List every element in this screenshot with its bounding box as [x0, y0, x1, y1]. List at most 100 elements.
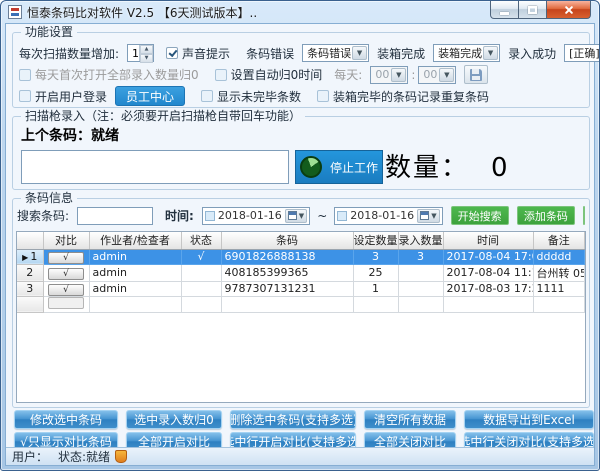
date-from-picker[interactable]: 2018-01-16 ▼: [202, 207, 310, 225]
scanner-group: 扫描枪录入（注：必须要开启扫描枪自带回车功能） 上个条码：就绪 停止工作 数量：…: [12, 116, 590, 190]
col-header-compare[interactable]: 对比: [43, 232, 89, 249]
stepper-down-icon[interactable]: ▼: [140, 54, 153, 63]
scanner-group-title: 扫描枪录入（注：必须要开启扫描枪自带回车功能）: [21, 109, 305, 123]
close-icon: [563, 4, 575, 16]
minimize-icon: [500, 12, 509, 15]
calendar-icon: [288, 211, 297, 220]
dropdown-arrow-icon: ▼: [431, 212, 436, 220]
col-header-operator[interactable]: 作业者/检查者: [89, 232, 181, 249]
remark-cell: 1111: [533, 281, 585, 296]
date-from-value: 2018-01-16: [218, 209, 282, 222]
user-login-checkbox[interactable]: 开启用户登录: [19, 88, 107, 105]
barcode-cell: 9787307131231: [221, 281, 353, 296]
table-row[interactable]: 2 √ admin 408185399365 25 2017-08-04 11:…: [17, 264, 585, 281]
settings-group: 功能设置 每次扫描数量增加: 1 ▲ ▼ 声音提示 条码错误: [12, 32, 590, 108]
status-cell: √: [181, 249, 221, 264]
row-number: 2: [26, 266, 33, 279]
maximize-button[interactable]: [519, 1, 546, 19]
row-number: 1: [30, 250, 37, 263]
set-qty-cell: 1: [353, 281, 398, 296]
clear-all-button[interactable]: 清空所有数据: [364, 410, 456, 429]
show-unfinished-checkbox[interactable]: 显示未完毕条数: [201, 88, 301, 105]
action-row-1: 修改选中条码 选中录入数归0 删除选中条码(支持多选) 清空所有数据 数据导出到…: [14, 410, 594, 429]
calendar-button[interactable]: ▼: [285, 209, 307, 223]
hour-select[interactable]: 00 ▼: [370, 66, 408, 84]
modify-selected-button[interactable]: 修改选中条码: [14, 410, 118, 429]
sound-prompt-checkbox[interactable]: 声音提示: [166, 45, 230, 62]
status-cell: [181, 264, 221, 281]
entry-qty-cell: 3: [398, 249, 443, 264]
repeat-barcode-checkbox[interactable]: 装箱完毕的条码记录重复条码: [317, 88, 489, 105]
corner-header: [17, 232, 43, 249]
daily-label: 每天:: [334, 66, 362, 83]
entry-success-select[interactable]: [正确]提示音 ▼: [564, 44, 600, 62]
quantity-display: 数量： 0: [385, 147, 508, 184]
barcode-error-select[interactable]: 条码错误 ▼: [302, 44, 369, 62]
repeat-barcode-label: 装箱完毕的条码记录重复条码: [333, 88, 489, 105]
packing-done-select[interactable]: 装箱完成 ▼: [433, 44, 500, 62]
checkbox-box: [317, 90, 329, 102]
user-login-label: 开启用户登录: [35, 88, 107, 105]
checkbox-box: [19, 90, 31, 102]
export-excel-button[interactable]: 数据导出到Excel: [464, 410, 594, 429]
table-row[interactable]: 3 √ admin 9787307131231 1 2017-08-03 17:…: [17, 281, 585, 296]
stop-work-label: 停止工作: [330, 159, 378, 176]
col-header-status[interactable]: 状态: [181, 232, 221, 249]
user-label: 用户：: [12, 448, 48, 465]
date-checkbox[interactable]: [337, 211, 347, 221]
checkbox-box: [166, 47, 178, 59]
search-input[interactable]: [77, 207, 153, 225]
compare-button[interactable]: √: [48, 268, 84, 280]
excel-import-button[interactable]: Excel批量导入条码: [583, 206, 585, 225]
last-barcode-label: 上个条码：就绪: [21, 125, 119, 145]
operator-cell: admin: [89, 281, 181, 296]
col-header-time[interactable]: 时间: [443, 232, 533, 249]
radar-icon: [300, 156, 322, 178]
barcode-table[interactable]: 对比 作业者/检查者 状态 条码 设定数量 录入数量 时间 备注 ▶1 √ ad…: [16, 231, 586, 403]
operator-cell: admin: [89, 264, 181, 281]
date-to-picker[interactable]: 2018-01-16 ▼: [334, 207, 442, 225]
staff-center-button[interactable]: 员工中心: [115, 86, 185, 106]
new-row[interactable]: [17, 296, 585, 312]
close-button[interactable]: [546, 1, 591, 19]
minute-select[interactable]: 00 ▼: [418, 66, 456, 84]
compare-button[interactable]: [48, 297, 84, 309]
barcode-input[interactable]: [21, 150, 289, 184]
auto-reset-label: 设置自动归0时间: [231, 66, 323, 83]
col-header-remark[interactable]: 备注: [533, 232, 585, 249]
maximize-icon: [528, 6, 537, 14]
table-header-row: 对比 作业者/检查者 状态 条码 设定数量 录入数量 时间 备注: [17, 232, 585, 249]
delete-selected-button[interactable]: 删除选中条码(支持多选): [230, 410, 356, 429]
date-to-value: 2018-01-16: [350, 209, 414, 222]
table-row[interactable]: ▶1 √ admin √ 6901826888138 3 3 2017-08-0…: [17, 249, 585, 264]
stop-work-button[interactable]: 停止工作: [295, 150, 383, 184]
minimize-button[interactable]: [490, 1, 519, 19]
col-header-setqty[interactable]: 设定数量: [353, 232, 398, 249]
window-title: 恒泰条码比对软件 V2.5 【6天测试版本】..: [27, 4, 257, 21]
time-label: 时间:: [165, 207, 194, 224]
scan-increment-value: 1: [128, 45, 139, 61]
reset-selected-qty-button[interactable]: 选中录入数归0: [126, 410, 222, 429]
scan-increment-stepper[interactable]: 1 ▲ ▼: [127, 44, 154, 62]
quantity-value: 0: [491, 153, 508, 183]
floppy-icon: [470, 69, 482, 81]
remark-cell: ddddd: [533, 249, 585, 264]
stepper-up-icon[interactable]: ▲: [140, 45, 153, 54]
col-header-entryqty[interactable]: 录入数量: [398, 232, 443, 249]
col-header-barcode[interactable]: 条码: [221, 232, 353, 249]
sound-prompt-label: 声音提示: [182, 45, 230, 62]
save-time-button[interactable]: [464, 65, 488, 84]
compare-button[interactable]: √: [48, 252, 84, 264]
daily-reset-checkbox[interactable]: 每天首次打开全部录入数量归0: [19, 66, 199, 83]
date-checkbox[interactable]: [205, 211, 215, 221]
barcode-cell: 408185399365: [221, 264, 353, 281]
compare-button[interactable]: √: [48, 284, 84, 296]
quantity-label: 数量：: [385, 147, 469, 184]
entry-qty-cell: [398, 281, 443, 296]
calendar-button[interactable]: ▼: [417, 209, 439, 223]
scan-increment-label: 每次扫描数量增加:: [19, 45, 119, 62]
add-barcode-button[interactable]: 添加条码: [517, 206, 575, 225]
stepper-buttons: ▲ ▼: [139, 45, 153, 61]
start-search-button[interactable]: 开始搜索: [451, 206, 509, 225]
auto-reset-checkbox[interactable]: 设置自动归0时间: [215, 66, 323, 83]
